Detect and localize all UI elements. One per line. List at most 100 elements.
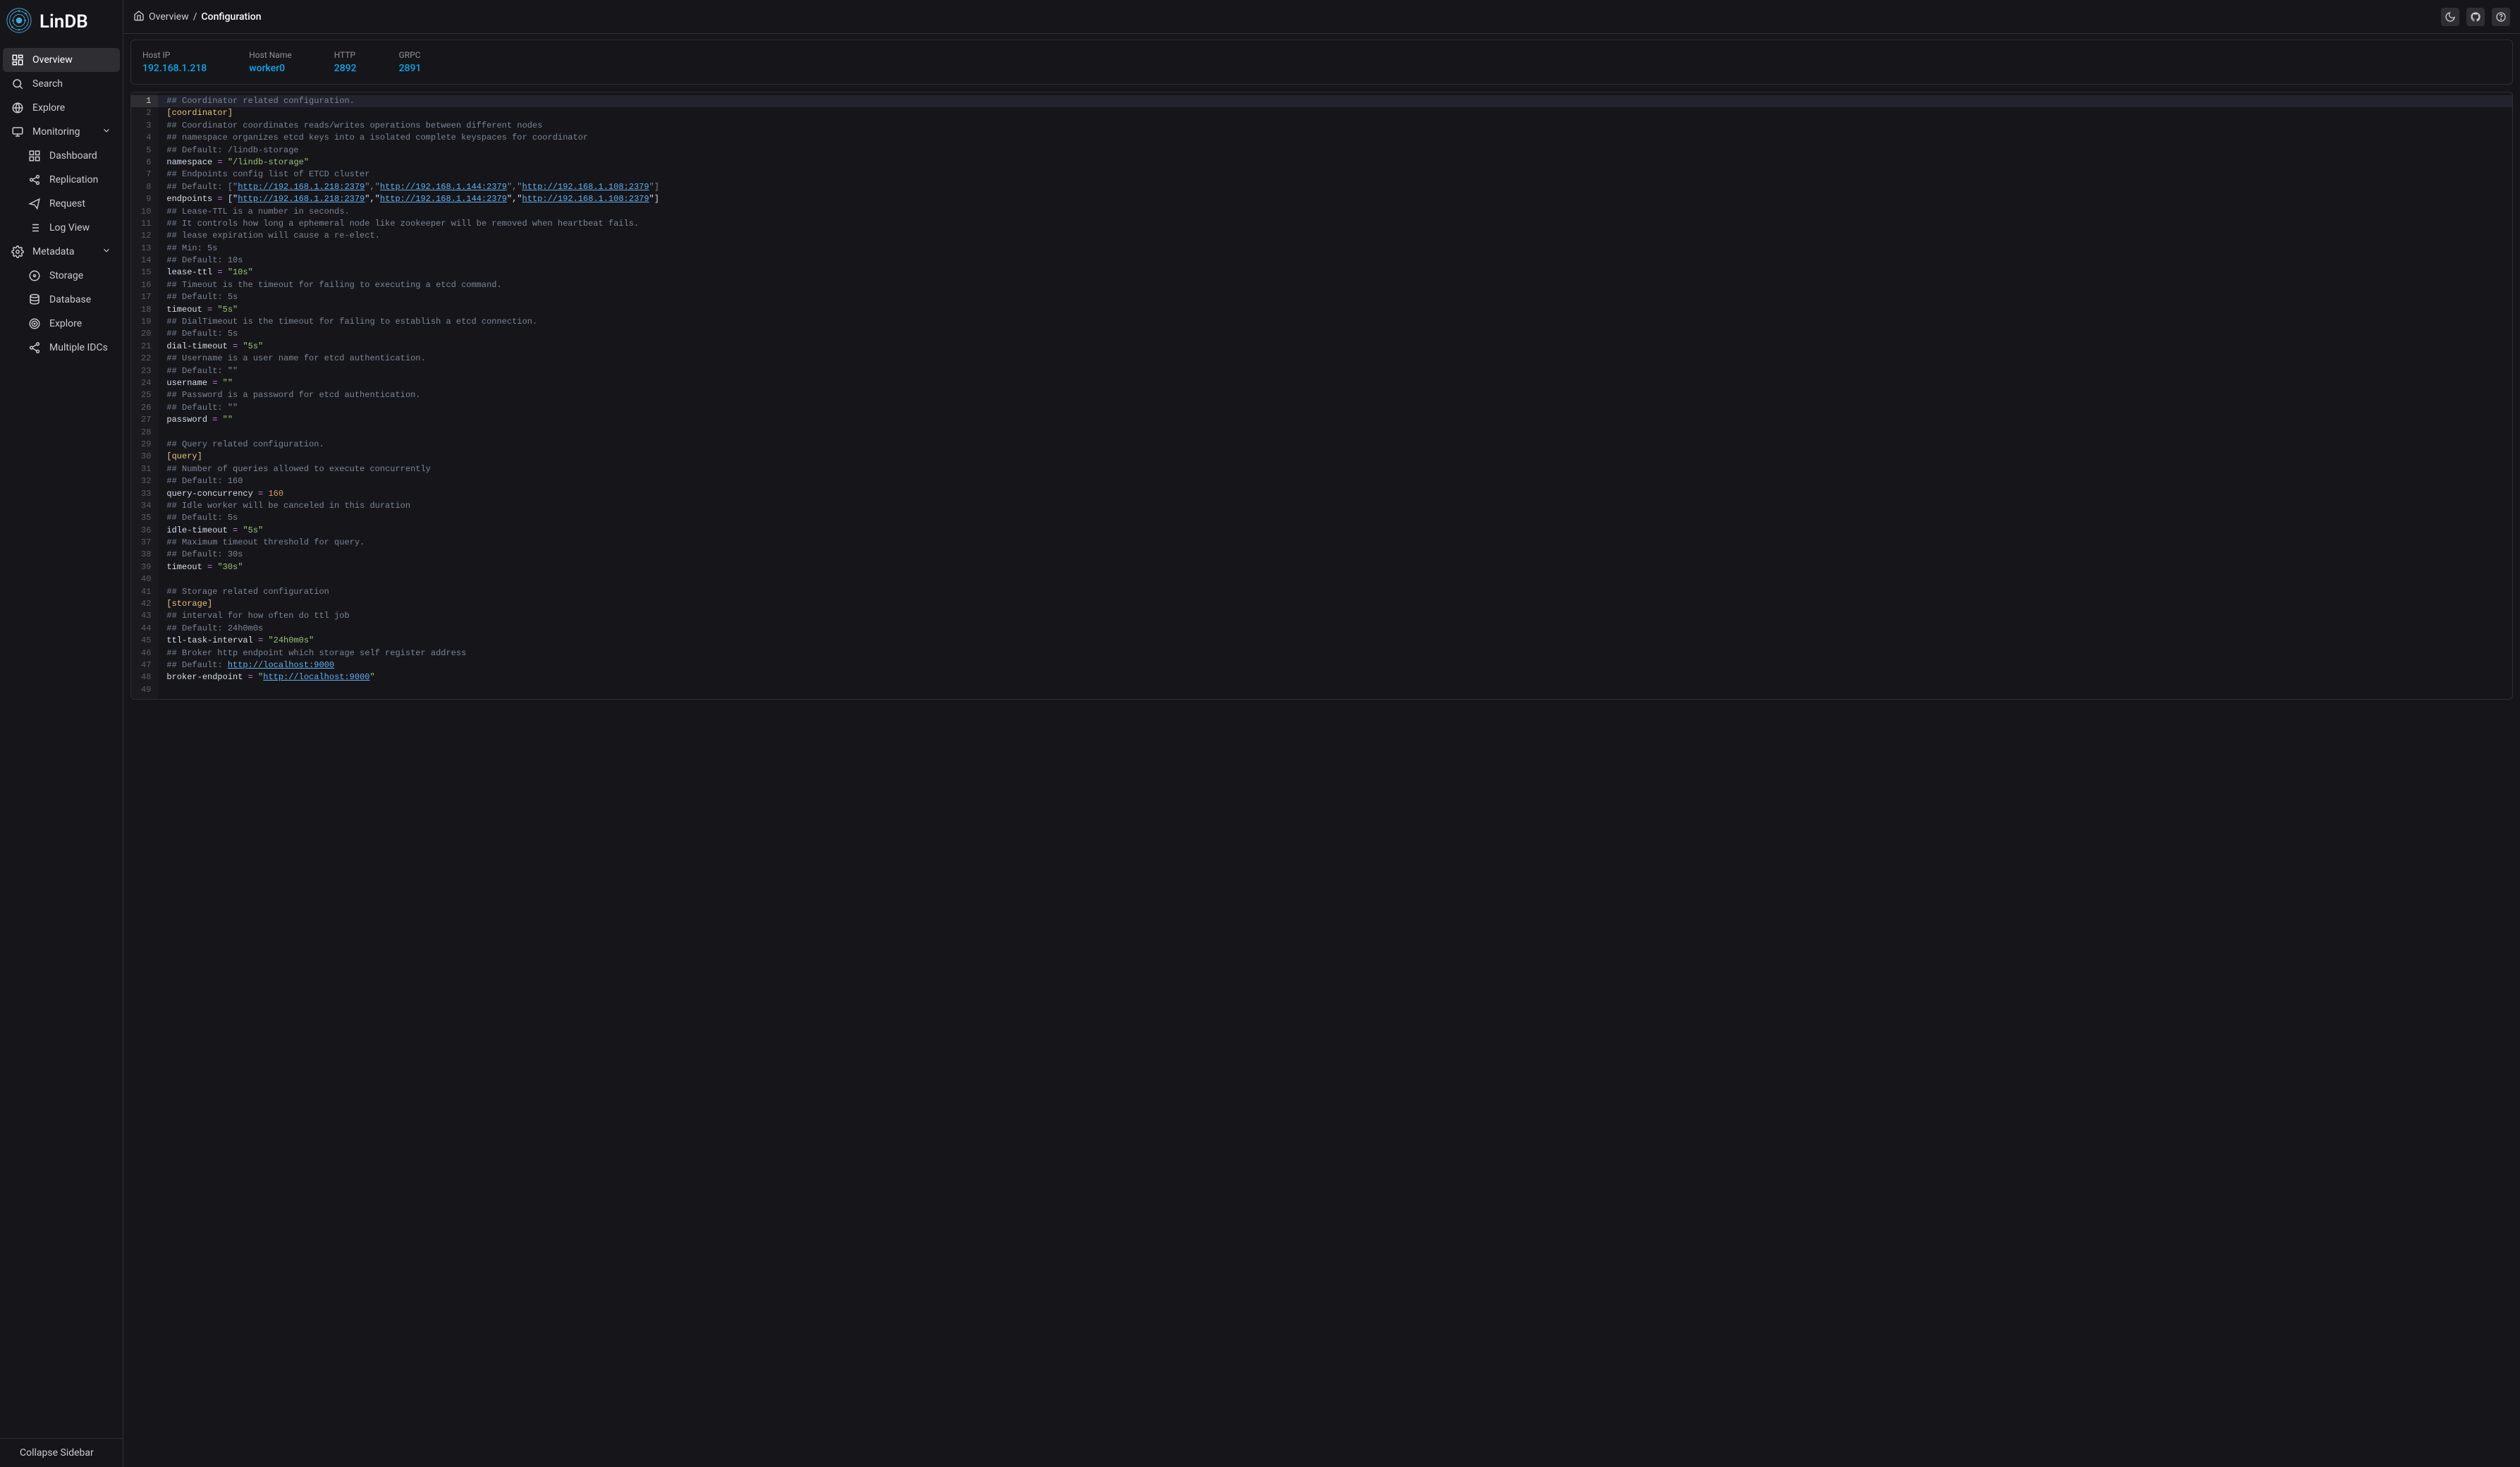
code-line: ## Default: /lindb-storage [158,145,2512,157]
help-button[interactable] [2492,8,2510,26]
code-line: ## Lease-TTL is a number in seconds. [158,206,2512,218]
code-line: ## Default: 30s [158,549,2512,561]
info-http: HTTP 2892 [334,50,357,74]
code-line: ## DialTimeout is the timeout for failin… [158,316,2512,328]
topbar: Overview / Configuration [123,0,2520,34]
nav-label: Explore [49,318,82,329]
disk-icon [28,269,41,282]
nav-item-multiple-idcs[interactable]: Multiple IDCs [3,336,120,360]
code-line: ## Coordinator coordinates reads/writes … [158,120,2512,132]
code-line [158,684,2512,696]
code-line: ## Timeout is the timeout for failing to… [158,279,2512,291]
gear-icon [11,245,24,258]
breadcrumb-current: Configuration [202,11,262,23]
code-line: password = "" [158,414,2512,426]
db-icon [28,293,41,306]
nav-item-overview[interactable]: Overview [3,48,120,72]
code-line: ## Maximum timeout threshold for query. [158,537,2512,549]
nav-item-database[interactable]: Database [3,288,120,312]
code-line: ## Query related configuration. [158,439,2512,451]
code-line: username = "" [158,377,2512,389]
logo-text: LinDB [39,11,88,32]
code-line: ## Password is a password for etcd authe… [158,389,2512,401]
code-line: ## Idle worker will be canceled in this … [158,500,2512,512]
code-line: timeout = "5s" [158,304,2512,316]
theme-toggle-button[interactable] [2441,8,2459,26]
code-line: [storage] [158,598,2512,610]
code-line: namespace = "/lindb-storage" [158,157,2512,169]
info-grpc: GRPC 2891 [399,50,422,74]
search-icon [11,78,24,90]
nav-item-explore[interactable]: Explore [3,96,120,120]
nav-label: Dashboard [49,150,97,162]
nav-item-replication[interactable]: Replication [3,168,120,192]
breadcrumb: Overview / Configuration [133,10,262,24]
info-value[interactable]: 2892 [334,63,357,74]
list-icon [28,221,41,234]
code-line: ## Default: 24h0m0s [158,623,2512,635]
nav-item-log-view[interactable]: Log View [3,216,120,240]
nav-item-metadata[interactable]: Metadata [3,240,120,264]
config-code-view: 1 2 3 4 5 6 7 8 9 10 11 12 13 14 15 16 1… [130,92,2513,700]
code-line: ## namespace organizes etcd keys into a … [158,132,2512,144]
info-host-name: Host Name worker0 [249,50,291,74]
info-value[interactable]: 192.168.1.218 [142,63,207,74]
code-line: ## Number of queries allowed to execute … [158,463,2512,475]
code-line: ## Default: 5s [158,512,2512,524]
nav-label: Replication [49,174,98,185]
collapse-label: Collapse Sidebar [20,1447,94,1459]
info-label: Host Name [249,50,291,60]
dashboard-icon [11,54,24,66]
code-line: ## Default: 10s [158,255,2512,267]
logo-icon [6,7,32,37]
code-line: broker-endpoint = "http://localhost:9000… [158,671,2512,683]
nav: Overview Search Explore Monitoring Dashboard… [0,44,123,1438]
info-value[interactable]: 2891 [399,63,422,74]
nav-item-storage[interactable]: Storage [3,264,120,288]
home-icon[interactable] [133,10,145,24]
send-icon [28,197,41,210]
info-label: HTTP [334,50,357,60]
code-line: ## It controls how long a ephemeral node… [158,218,2512,230]
nav-label: Monitoring [32,126,80,138]
github-button[interactable] [2466,8,2485,26]
code-line: ## Default: "" [158,365,2512,377]
code-line: ## Default: http://localhost:9000 [158,659,2512,671]
target-icon [28,317,41,330]
code-line: ## Endpoints config list of ETCD cluster [158,169,2512,181]
globe-icon [11,102,24,114]
code-line: ## interval for how often do ttl job [158,610,2512,622]
collapse-sidebar-button[interactable]: Collapse Sidebar [0,1438,123,1467]
nav-label: Log View [49,222,90,233]
code-line: ## Username is a user name for etcd auth… [158,353,2512,365]
info-value[interactable]: worker0 [249,63,291,74]
code-line: ## Broker http endpoint which storage se… [158,647,2512,659]
sidebar: LinDB Overview Search Explore Monitoring Das… [0,0,123,1467]
logo[interactable]: LinDB [0,0,123,44]
nav-label: Search [32,78,63,90]
code-line: ## Coordinator related configuration. [158,95,2512,107]
code-line: ## Default: 5s [158,328,2512,340]
info-label: GRPC [399,50,422,60]
code-line: ## Default: ["http://192.168.1.218:2379"… [158,181,2512,193]
code-line: ttl-task-interval = "24h0m0s" [158,635,2512,647]
nav-label: Explore [32,102,65,114]
nav-label: Storage [49,270,83,281]
code-line: ## Storage related configuration [158,586,2512,598]
nav-item-request[interactable]: Request [3,192,120,216]
nav-item-explore[interactable]: Explore [3,312,120,336]
nav-item-search[interactable]: Search [3,72,120,96]
info-host-ip: Host IP192.168.1.218 [142,50,207,74]
grid-icon [28,150,41,162]
code-line: timeout = "30s" [158,561,2512,573]
code-line: ## Default: 5s [158,291,2512,303]
breadcrumb-root[interactable]: Overview [149,11,189,23]
code-line: [query] [158,451,2512,463]
nav-item-dashboard[interactable]: Dashboard [3,144,120,168]
code-line: dial-timeout = "5s" [158,341,2512,353]
nav-item-monitoring[interactable]: Monitoring [3,120,120,144]
breadcrumb-sep: / [193,11,197,23]
chevron-down-icon [102,126,111,138]
code-body[interactable]: ## Coordinator related configuration.[co… [158,92,2512,699]
code-line: ## lease expiration will cause a re-elec… [158,230,2512,242]
